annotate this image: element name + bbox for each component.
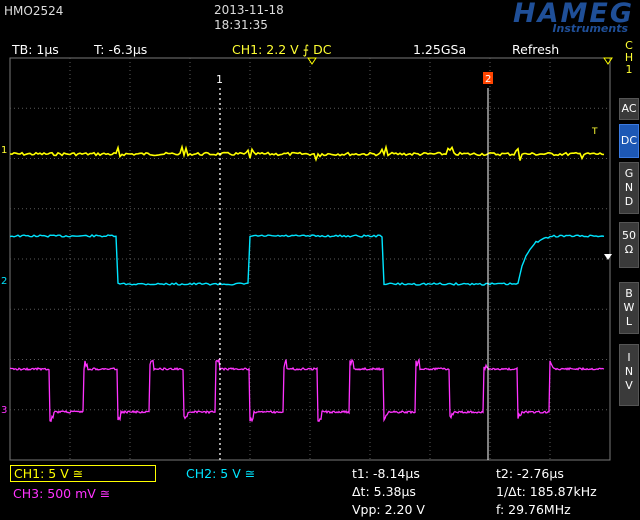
cursor-t2: t2: -2.76µs xyxy=(496,466,564,481)
cursor-t1: t1: -8.14µs xyxy=(352,466,420,481)
right-level-marker xyxy=(604,254,612,260)
ch3-trace xyxy=(9,357,605,423)
delta-t: Δt: 5.38µs xyxy=(352,484,416,499)
graticule-grid xyxy=(10,58,610,460)
cursor2-marker[interactable]: 2 xyxy=(485,74,491,85)
ch3-ground-marker[interactable]: 3 xyxy=(1,405,7,416)
ch3-label[interactable]: CH3: 500 mV ≅ xyxy=(13,486,110,501)
ch2-label[interactable]: CH2: 5 V ≅ xyxy=(186,466,255,481)
horizontal-marker xyxy=(603,57,613,65)
traces xyxy=(9,144,605,423)
trigger-level-marker[interactable]: T xyxy=(591,127,598,137)
ch2-trace xyxy=(9,234,605,286)
frequency-measurement: f: 29.76MHz xyxy=(496,502,571,517)
vpp-measurement: Vpp: 2.20 V xyxy=(352,502,425,517)
ch2-ground-marker[interactable]: 2 xyxy=(1,276,7,287)
trigger-position-marker[interactable] xyxy=(307,57,317,65)
cursor1-marker[interactable]: 1 xyxy=(216,73,223,86)
ch1-ground-marker[interactable]: 1 xyxy=(1,145,7,156)
ch1-label[interactable]: CH1: 5 V ≅ xyxy=(10,465,156,482)
inverse-delta-t: 1/Δt: 185.87kHz xyxy=(496,484,597,499)
waveform-display[interactable]: 1 2 T 1 2 3 xyxy=(0,0,640,520)
